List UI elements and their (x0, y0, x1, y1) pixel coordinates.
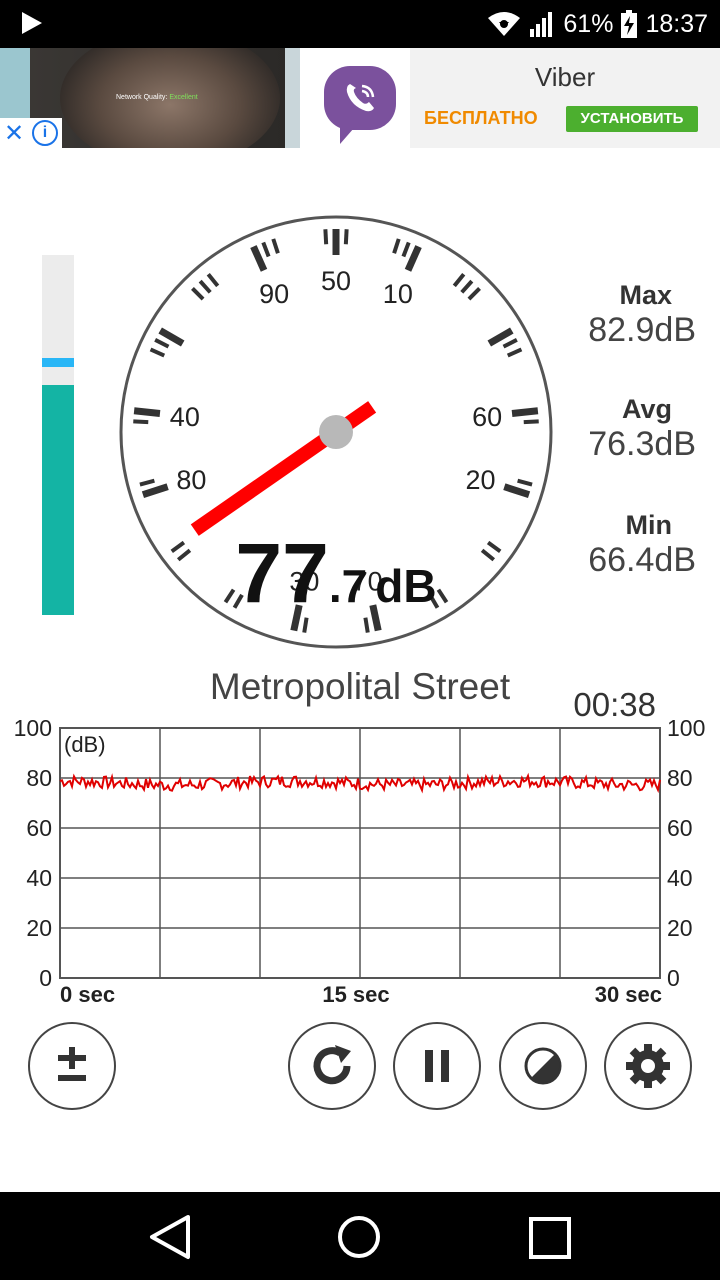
max-label: Max (619, 280, 672, 310)
max-number: 82.9 (588, 311, 655, 349)
chart-y-tick-label: 100 (667, 720, 705, 741)
chart-y-tick-label: 0 (667, 965, 680, 991)
theme-button[interactable] (499, 1022, 587, 1110)
clock: 18:37 (645, 9, 708, 38)
chart-x-tick-label: 0 sec (60, 982, 115, 1007)
calibrate-button[interactable] (28, 1022, 116, 1110)
ad-price: БЕСПЛАТНО (424, 108, 538, 128)
ad-photo-caption-value: Excellent (169, 94, 198, 101)
level-meter-fill (42, 385, 74, 615)
gauge-label: 60 (472, 402, 502, 432)
reading-integer: 77 (235, 526, 328, 620)
reading-unit: dB (375, 560, 436, 612)
chart-x-axis: 0 sec 15 sec 30 sec (60, 982, 662, 1007)
min-number: 66.4 (588, 541, 655, 579)
ad-choices[interactable]: ✕ i (0, 118, 62, 148)
chart-y-tick-label: 0 (39, 965, 52, 991)
db-history-chart: 100 80 60 40 20 0 100 80 60 40 20 0 0 sec 15 sec 30 … (14, 720, 706, 1007)
avg-label: Avg (621, 394, 672, 424)
refresh-icon (313, 1045, 351, 1085)
gauge-label: 10 (383, 279, 413, 309)
gauge-tick (133, 419, 149, 425)
chart-x-tick-label: 15 sec (322, 982, 389, 1007)
gauge-label: 50 (321, 266, 351, 296)
info-icon[interactable]: i (32, 120, 59, 146)
reset-button[interactable] (288, 1022, 376, 1110)
chart-y-axis-right: 100 80 60 40 20 0 (667, 720, 705, 991)
gauge-tick (511, 407, 539, 417)
reading-decimal: .7 (329, 560, 367, 612)
viber-bubble-icon (324, 66, 396, 144)
gauge-hub (319, 415, 353, 449)
chart-y-tick-label: 20 (667, 915, 693, 941)
ad-app-name: Viber (534, 62, 596, 92)
sound-gauge: 102030405060708090 77.7 dB (119, 215, 553, 649)
chart-y-tick-label: 40 (667, 865, 693, 891)
chart-y-tick-label: 20 (26, 915, 52, 941)
phone-icon (346, 84, 375, 112)
signal-icon (530, 12, 553, 37)
min-unit: dB (654, 541, 696, 579)
min-label: Min (625, 510, 673, 540)
avg-value: 76.3dB (556, 425, 696, 464)
pause-icon (425, 1050, 449, 1082)
chart-y-tick-label: 40 (26, 865, 52, 891)
battery-charging-icon (621, 10, 638, 38)
battery-percent: 61% (563, 9, 614, 38)
max-unit: dB (654, 311, 696, 349)
avg-unit: dB (654, 425, 696, 463)
max-value: 82.9dB (556, 311, 696, 350)
gauge-label: 40 (170, 402, 200, 432)
elapsed-time: 00:38 (573, 686, 656, 723)
ad-photo-caption-label: Network Quality: (116, 94, 168, 101)
chart-y-tick-label: 60 (26, 815, 52, 841)
chart-unit-label: (dB) (64, 732, 106, 757)
chart-y-tick-label: 80 (667, 765, 693, 791)
gauge-tick (363, 617, 370, 633)
min-value: 66.4dB (556, 541, 696, 580)
back-icon[interactable] (148, 1214, 192, 1260)
gauge-label: 20 (466, 465, 496, 495)
navigation-bar (0, 1192, 720, 1280)
ad-banner[interactable]: Network Quality: Excellent ✕ i Viber БЕС… (0, 48, 720, 148)
gauge-tick (323, 229, 329, 245)
chart-y-tick-label: 80 (26, 765, 52, 791)
status-icons: 61% 18:37 (487, 0, 708, 48)
status-bar: 61% 18:37 (0, 0, 720, 48)
stats-panel: Max 82.9dB Avg 76.3dB Min 66.4dB (556, 280, 696, 580)
chart-y-tick-label: 100 (14, 720, 52, 741)
play-store-icon (22, 12, 42, 34)
avg-number: 76.3 (588, 425, 655, 463)
gauge-tick (133, 407, 161, 417)
settings-button[interactable] (604, 1022, 692, 1110)
close-icon[interactable]: ✕ (4, 119, 24, 148)
chart-y-axis-left: 100 80 60 40 20 0 (14, 720, 52, 991)
pause-button[interactable] (393, 1022, 481, 1110)
viber-logo[interactable] (310, 48, 410, 148)
gear-icon (626, 1044, 670, 1088)
gauge-tick (523, 419, 539, 425)
gauge-tick (343, 229, 349, 245)
chart-x-tick-label: 30 sec (595, 982, 662, 1007)
ad-photo-caption: Network Quality: Excellent (116, 94, 198, 101)
chart-y-tick-label: 60 (667, 815, 693, 841)
ad-info[interactable]: Viber БЕСПЛАТНО УСТАНОВИТЬ (410, 48, 720, 148)
wifi-icon (488, 12, 521, 36)
plus-minus-icon (58, 1047, 86, 1081)
home-icon[interactable] (336, 1214, 382, 1260)
gauge-label: 90 (259, 279, 289, 309)
contrast-icon (524, 1047, 562, 1085)
install-button[interactable]: УСТАНОВИТЬ (566, 106, 698, 132)
recents-icon[interactable] (528, 1216, 572, 1260)
level-meter-peak (42, 358, 74, 367)
gauge-label: 80 (176, 465, 206, 495)
